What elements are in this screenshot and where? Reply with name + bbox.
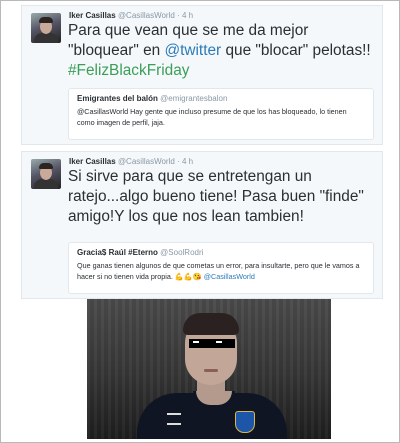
quoted-author-name: Gracia$ Raúl #Eterno: [77, 248, 158, 257]
avatar[interactable]: [31, 159, 61, 189]
author-name[interactable]: Iker Casillas: [69, 11, 116, 20]
emoji-icon: 💪💪😘: [174, 272, 202, 281]
avatar-hair-shape: [39, 163, 53, 169]
tweet-timestamp[interactable]: 4 h: [182, 11, 193, 20]
quoted-tweet[interactable]: Emigrantes del balón @emigrantesbalon @C…: [68, 88, 374, 140]
photo-mouth: [204, 369, 218, 372]
screenshot-frame: Iker Casillas @CasillasWorld · 4 h Para …: [0, 0, 400, 443]
tweet-text-part: que "blocar" pelotas!!: [221, 42, 371, 59]
author-name[interactable]: Iker Casillas: [69, 157, 116, 166]
tweet-timestamp[interactable]: 4 h: [182, 157, 193, 166]
quoted-tweet-header: Gracia$ Raúl #Eterno @SoolRodri: [77, 248, 365, 257]
quoted-author-name: Emigrantes del balón: [77, 94, 158, 103]
tweet-text: Si sirve para que se entretengan un rate…: [68, 168, 364, 225]
photo-hair: [183, 313, 239, 335]
quoted-mention-link[interactable]: @CasillasWorld: [202, 272, 255, 281]
quoted-tweet-text: @CasillasWorld Hay gente que incluso pre…: [77, 107, 347, 127]
separator-dot: ·: [177, 11, 180, 20]
avatar[interactable]: [31, 13, 61, 43]
club-crest-icon: [235, 411, 255, 433]
tweet-header: Iker Casillas @CasillasWorld · 4 h: [69, 11, 193, 20]
avatar-body-shape: [34, 33, 58, 43]
quoted-tweet[interactable]: Gracia$ Raúl #Eterno @SoolRodri Que gana…: [68, 242, 374, 294]
quoted-author-handle: @SoolRodri: [160, 248, 204, 257]
hashtag-link[interactable]: #FelizBlackFriday: [68, 62, 189, 79]
tweet-header: Iker Casillas @CasillasWorld · 4 h: [69, 157, 193, 166]
tweet-text: Para que vean que se me da mejor "bloque…: [68, 21, 378, 81]
meme-photo: [87, 299, 331, 439]
author-handle[interactable]: @CasillasWorld: [118, 157, 175, 166]
pixel-sunglasses-icon: [189, 339, 235, 348]
brand-logo-icon: [167, 413, 181, 425]
quoted-tweet-text: Que ganas tienen algunos de que cometas …: [77, 260, 365, 282]
mention-link[interactable]: @twitter: [165, 42, 222, 59]
quoted-author-handle: @emigrantesbalon: [160, 94, 228, 103]
avatar-body-shape: [34, 179, 58, 189]
author-handle[interactable]: @CasillasWorld: [118, 11, 175, 20]
avatar-hair-shape: [39, 17, 53, 23]
tweet[interactable]: Iker Casillas @CasillasWorld · 4 h Para …: [21, 5, 383, 145]
tweet[interactable]: Iker Casillas @CasillasWorld · 4 h Si si…: [21, 151, 383, 299]
quoted-tweet-header: Emigrantes del balón @emigrantesbalon: [77, 94, 365, 103]
separator-dot: ·: [177, 157, 180, 166]
